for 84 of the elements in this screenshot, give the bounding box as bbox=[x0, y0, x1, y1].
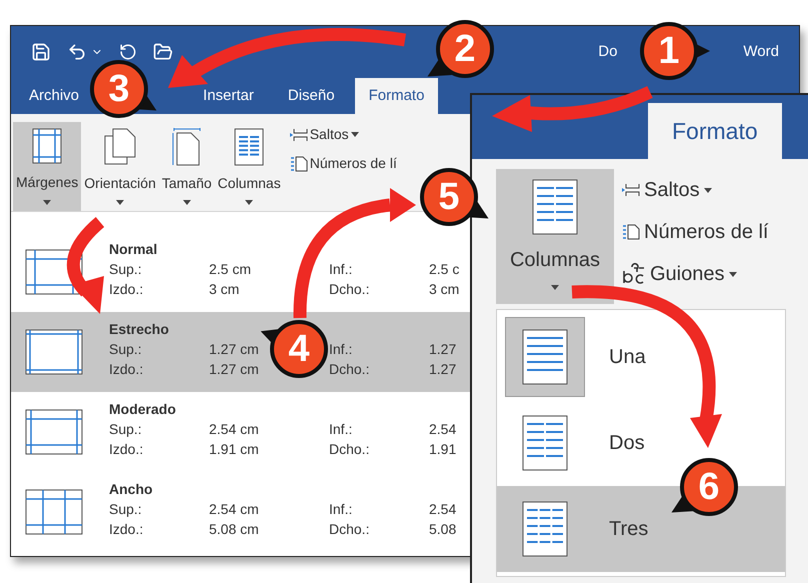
ribbon-tab[interactable]: Formato bbox=[648, 103, 782, 159]
margin-preset-item[interactable]: Ancho Sup.: 2.54 cm Inf.: 2.54 Izdo.: 5.08 cm Dcho.: 5.08 bbox=[11, 472, 471, 552]
page-orientation-icon bbox=[104, 128, 136, 166]
ribbon-button[interactable]: Orientación bbox=[81, 122, 159, 211]
window-title: Do bbox=[598, 42, 618, 62]
margin-preset-icon bbox=[25, 329, 83, 375]
caret-icon bbox=[116, 200, 124, 205]
ribbon-tab[interactable]: Formato bbox=[354, 78, 438, 114]
ribbon-button[interactable]: Saltos bbox=[290, 124, 397, 145]
margin-value: 1.91 bbox=[429, 440, 456, 459]
caret-icon bbox=[551, 285, 559, 290]
preset-name: Estrecho bbox=[109, 320, 169, 339]
ribbon-button[interactable]: Números de lí bbox=[622, 217, 768, 247]
margin-preset-item[interactable]: Moderado Sup.: 2.54 cm Inf.: 2.54 Izdo.: 1.91 cm Dcho.: 1.91 bbox=[11, 392, 471, 472]
margin-value: 1.27 bbox=[429, 340, 456, 359]
margin-preset-icon bbox=[25, 489, 83, 535]
page-size-icon bbox=[172, 128, 202, 166]
caret-icon bbox=[43, 200, 52, 205]
ribbon-button[interactable]: Columnas bbox=[214, 122, 284, 211]
margin-preset-item[interactable]: Normal Sup.: 2.5 cm Inf.: 2.5 c Izdo.: 3 cm Dcho.: 3 cm bbox=[11, 232, 471, 312]
margin-value: 2.54 cm bbox=[209, 501, 259, 517]
margin-value: 1.27 cm bbox=[209, 361, 259, 377]
caret-icon bbox=[182, 200, 191, 205]
breaks-icon bbox=[622, 183, 640, 197]
margin-label: Izdo.: bbox=[109, 360, 144, 379]
columns-option[interactable]: Una bbox=[497, 314, 785, 400]
margin-label: Dcho.: bbox=[329, 520, 370, 539]
repeat-icon[interactable] bbox=[119, 43, 137, 61]
margin-label: Dcho.: bbox=[329, 280, 370, 299]
line-numbers-icon bbox=[622, 224, 640, 240]
margin-value: 5.08 cm bbox=[209, 521, 259, 537]
margin-label: Izdo.: bbox=[109, 520, 144, 539]
hyphenation-icon bbox=[622, 263, 646, 285]
margin-value: 3 cm bbox=[429, 280, 460, 299]
margin-label: Dcho.: bbox=[329, 440, 370, 459]
caret-icon bbox=[245, 200, 254, 205]
margin-label: Inf.: bbox=[329, 420, 354, 439]
margin-label: Izdo.: bbox=[109, 280, 144, 299]
margin-label: Dcho.: bbox=[329, 360, 370, 379]
margin-value: 2.54 bbox=[429, 420, 456, 439]
margin-value: 2.5 c bbox=[429, 260, 460, 279]
ribbon-button[interactable]: Saltos bbox=[622, 175, 768, 205]
ribbon-button[interactable]: Guiones bbox=[622, 259, 768, 289]
line-numbers-icon bbox=[290, 156, 308, 172]
caret-icon bbox=[350, 132, 359, 137]
window-title: Word bbox=[743, 42, 779, 62]
columns-button[interactable]: Columnas bbox=[496, 169, 614, 304]
preset-name: Moderado bbox=[109, 400, 176, 419]
caret-icon bbox=[704, 188, 712, 192]
margins-icon bbox=[32, 128, 62, 164]
ribbon-tab[interactable]: Insertar bbox=[189, 78, 268, 114]
preset-name: Normal bbox=[109, 240, 158, 259]
columns-page-icon bbox=[522, 415, 568, 471]
margin-label: Sup.: bbox=[109, 500, 143, 519]
columns-page-icon bbox=[522, 501, 568, 557]
margin-value: 2.54 bbox=[429, 500, 456, 519]
margin-preset-icon bbox=[25, 409, 83, 455]
margin-value: 1.27 cm bbox=[209, 341, 259, 357]
margin-label: Inf.: bbox=[329, 260, 354, 279]
caret-icon bbox=[728, 272, 736, 276]
margin-label: Sup.: bbox=[109, 260, 143, 279]
margin-label: Inf.: bbox=[329, 500, 354, 519]
preset-name: Ancho bbox=[109, 480, 153, 499]
columns-page-icon bbox=[532, 179, 578, 235]
open-folder-icon[interactable] bbox=[153, 42, 173, 62]
margin-value: 1.27 bbox=[429, 360, 456, 379]
save-icon[interactable] bbox=[31, 42, 51, 62]
ribbon-button[interactable]: Márgenes bbox=[13, 122, 82, 211]
margin-value: 5.08 bbox=[429, 520, 456, 539]
margin-value: 3 cm bbox=[209, 281, 240, 297]
margin-label: Inf.: bbox=[329, 340, 354, 359]
ribbon-tab[interactable]: Diseño bbox=[274, 78, 349, 114]
margin-label: Sup.: bbox=[109, 420, 143, 439]
margin-value: 2.54 cm bbox=[209, 421, 259, 437]
columns-page-icon bbox=[522, 329, 568, 385]
margin-value: 2.5 cm bbox=[209, 261, 252, 277]
columns-page-icon bbox=[234, 128, 264, 166]
margin-label: Sup.: bbox=[109, 340, 143, 359]
breaks-icon bbox=[290, 128, 308, 142]
ribbon-button[interactable]: Tamaño bbox=[158, 122, 215, 211]
ribbon-button[interactable]: Números de lí bbox=[290, 153, 397, 174]
margin-value: 1.91 cm bbox=[209, 441, 259, 457]
undo-icon[interactable] bbox=[67, 42, 87, 62]
margin-label: Izdo.: bbox=[109, 440, 144, 459]
